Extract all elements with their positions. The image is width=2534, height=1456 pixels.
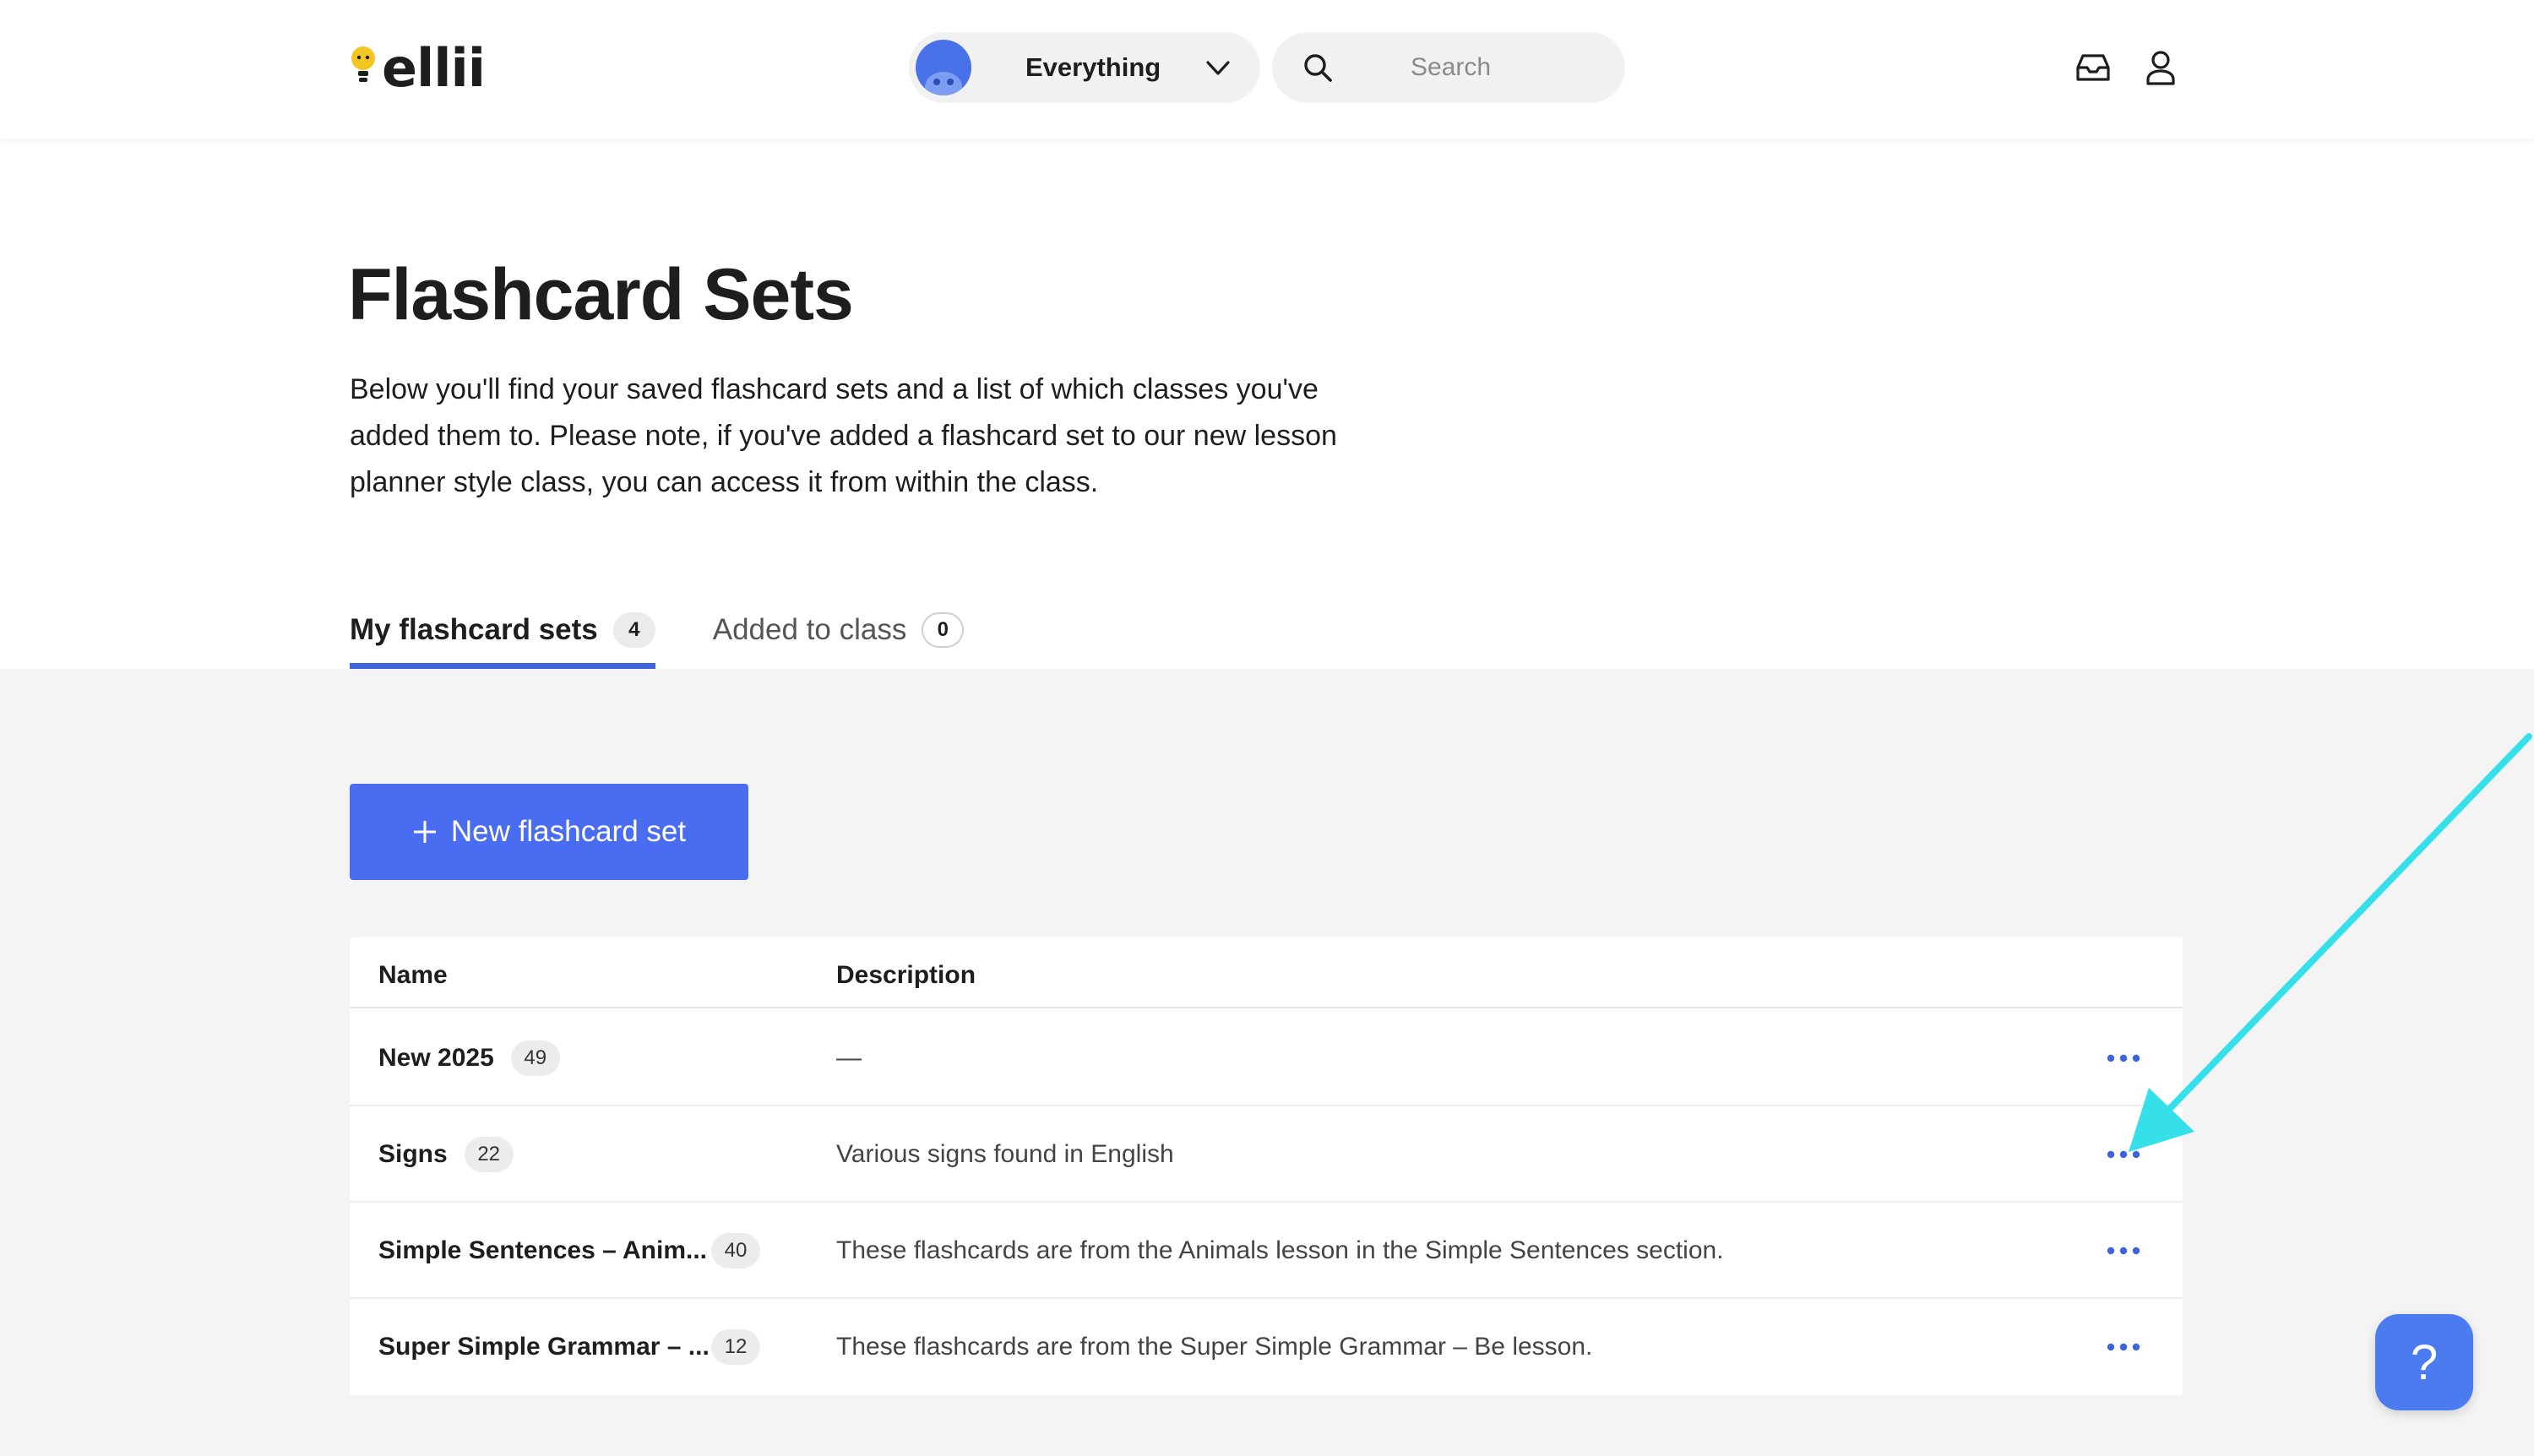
row-name-cell: Super Simple Grammar – ... 12 (378, 1299, 760, 1395)
new-flashcard-set-button[interactable]: New flashcard set (350, 784, 748, 880)
inbox-icon[interactable] (2075, 51, 2112, 84)
tab-count-badge: 0 (922, 612, 965, 648)
user-account-icon[interactable] (2145, 49, 2176, 86)
flashcard-set-name[interactable]: Super Simple Grammar – ... (378, 1333, 711, 1361)
row-name-cell: Signs 22 (378, 1106, 514, 1203)
more-options-button[interactable] (2098, 1041, 2149, 1075)
row-name-cell: Simple Sentences – Anim... 40 (378, 1203, 760, 1299)
search-input[interactable] (1411, 53, 1596, 82)
scope-dropdown[interactable]: Everything (909, 32, 1260, 103)
flashcard-set-name[interactable]: Signs (378, 1140, 448, 1169)
tab-added-to-class[interactable]: Added to class 0 (713, 591, 965, 669)
top-header: ellii Everything (0, 0, 2534, 139)
scope-avatar (916, 40, 971, 95)
page-title: Flashcard Sets (348, 254, 854, 335)
more-options-button[interactable] (2098, 1234, 2149, 1268)
ellipsis-icon (2107, 1054, 2140, 1062)
more-options-button[interactable] (2098, 1330, 2149, 1364)
flashcard-set-description: Various signs found in English (836, 1140, 1174, 1168)
column-header-description: Description (836, 961, 976, 989)
page-description: Below you'll find your saved flashcard s… (350, 373, 1337, 498)
ellipsis-icon (2107, 1247, 2140, 1255)
table-row[interactable]: Super Simple Grammar – ... 12 These flas… (350, 1299, 2183, 1395)
tab-my-flashcard-sets[interactable]: My flashcard sets 4 (350, 591, 655, 669)
avatar-character-icon (925, 72, 962, 95)
flashcard-set-description: These flashcards are from the Super Simp… (836, 1333, 1593, 1361)
flashcard-set-description: — (836, 1044, 862, 1072)
table-header: Name Description (350, 937, 2183, 1008)
more-options-button[interactable] (2098, 1138, 2149, 1171)
search-box (1272, 32, 1625, 103)
tab-label: My flashcard sets (350, 613, 598, 646)
ellii-logo[interactable]: ellii (348, 37, 486, 99)
ellipsis-icon (2107, 1150, 2140, 1159)
page-intro-section: Flashcard Sets Below you'll find your sa… (0, 139, 2534, 669)
tab-label: Added to class (712, 613, 907, 646)
table-row[interactable]: New 2025 49 — (350, 1010, 2183, 1106)
card-count-badge: 49 (510, 1040, 560, 1076)
ellipsis-icon (2107, 1343, 2140, 1351)
plus-icon (413, 821, 436, 843)
flashcard-set-name[interactable]: New 2025 (378, 1044, 494, 1073)
row-name-cell: New 2025 49 (378, 1010, 560, 1106)
flashcard-set-description: These flashcards are from the Animals le… (836, 1236, 1724, 1264)
lightbulb-icon (351, 46, 375, 82)
table-row[interactable]: Signs 22 Various signs found in English (350, 1106, 2183, 1203)
table-row[interactable]: Simple Sentences – Anim... 40 These flas… (350, 1203, 2183, 1299)
scope-selected-label: Everything (1025, 52, 1161, 82)
help-question-icon: ? (2410, 1334, 2439, 1390)
card-count-badge: 12 (711, 1329, 760, 1365)
help-button[interactable]: ? (2375, 1314, 2473, 1410)
tab-count-badge: 4 (612, 612, 655, 648)
search-icon[interactable] (1301, 51, 1335, 84)
card-count-badge: 22 (464, 1137, 514, 1172)
card-count-badge: 40 (711, 1233, 760, 1269)
chevron-down-icon (1206, 61, 1230, 75)
tab-bar: My flashcard sets 4 Added to class 0 (350, 591, 1021, 669)
new-flashcard-set-label: New flashcard set (450, 815, 687, 848)
column-header-name: Name (378, 961, 448, 989)
flashcard-sets-table: Name Description New 2025 49 — Signs 22 … (350, 937, 2183, 1395)
logo-text: ellii (382, 37, 486, 99)
flashcard-set-name[interactable]: Simple Sentences – Anim... (378, 1236, 711, 1265)
